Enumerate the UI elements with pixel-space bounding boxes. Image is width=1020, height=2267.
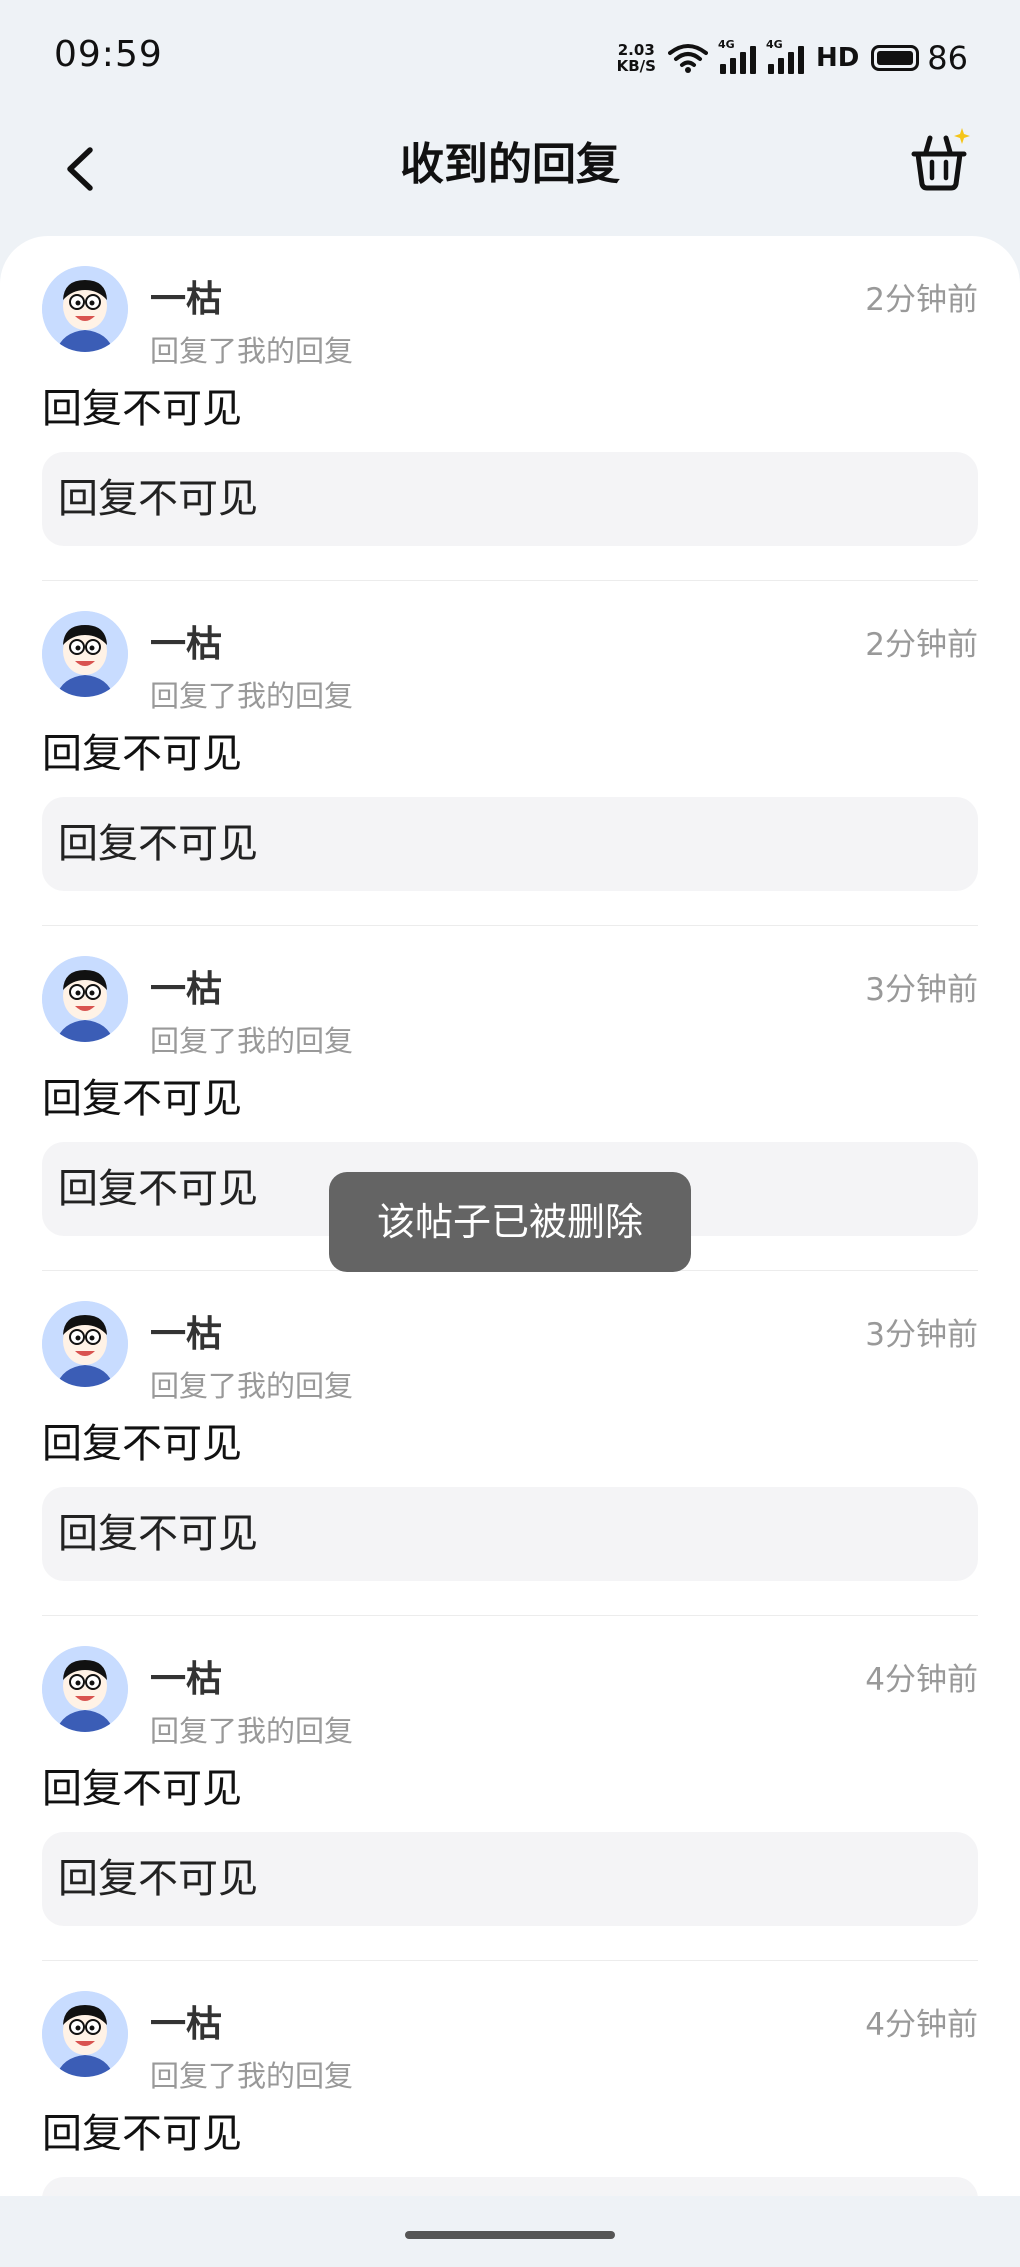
signal-icon: 4G <box>766 38 804 74</box>
avatar-icon[interactable] <box>42 1646 128 1732</box>
battery-level: 86 <box>927 39 968 77</box>
network-speed: 2.03 KB/S <box>617 42 656 74</box>
reply-item[interactable]: 一枯 回复了我的回复 3分钟前 回复不可见 回复不可见 <box>42 1271 978 1616</box>
network-speed-value: 2.03 <box>617 41 655 59</box>
reply-content: 回复不可见 <box>42 1766 242 1812</box>
reply-action-label: 回复了我的回复 <box>150 679 354 713</box>
avatar-icon[interactable] <box>42 266 128 352</box>
reply-username[interactable]: 一枯 <box>150 270 222 322</box>
quoted-reply[interactable]: 回复不可见 <box>42 1487 978 1581</box>
status-time: 09:59 <box>54 34 163 75</box>
reply-item[interactable]: 一枯 回复了我的回复 2分钟前 回复不可见 回复不可见 <box>42 236 978 581</box>
reply-content: 回复不可见 <box>42 1076 242 1122</box>
reply-time: 3分钟前 <box>865 972 978 1008</box>
quoted-reply[interactable] <box>42 2177 978 2196</box>
avatar-icon[interactable] <box>42 956 128 1042</box>
status-bar: 09:59 2.03 KB/S 4G 4G HD 86 <box>0 0 1020 118</box>
reply-time: 2分钟前 <box>865 282 978 318</box>
reply-time: 3分钟前 <box>865 1317 978 1353</box>
avatar-icon[interactable] <box>42 1301 128 1387</box>
reply-content: 回复不可见 <box>42 1421 242 1467</box>
signal-label: 4G <box>765 38 783 51</box>
home-indicator[interactable] <box>405 2231 615 2239</box>
avatar-icon[interactable] <box>42 1991 128 2077</box>
reply-action-label: 回复了我的回复 <box>150 1369 354 1403</box>
reply-time: 2分钟前 <box>865 627 978 663</box>
reply-item[interactable]: 一枯 回复了我的回复 4分钟前 回复不可见 回复不可见 <box>42 1616 978 1961</box>
avatar-icon[interactable] <box>42 611 128 697</box>
reply-username[interactable]: 一枯 <box>150 615 222 667</box>
signal-label: 4G <box>717 38 735 51</box>
reply-item[interactable]: 一枯 回复了我的回复 2分钟前 回复不可见 回复不可见 <box>42 581 978 926</box>
reply-item[interactable]: 一枯 回复了我的回复 4分钟前 回复不可见 <box>42 1961 978 2196</box>
reply-content: 回复不可见 <box>42 731 242 777</box>
reply-action-label: 回复了我的回复 <box>150 334 354 368</box>
wifi-icon <box>667 44 708 73</box>
basket-button[interactable] <box>904 124 976 196</box>
reply-content: 回复不可见 <box>42 2111 242 2157</box>
toast-message: 该帖子已被删除 <box>329 1172 691 1272</box>
reply-username[interactable]: 一枯 <box>150 1650 222 1702</box>
reply-action-label: 回复了我的回复 <box>150 1714 354 1748</box>
battery-icon: 86 <box>871 39 968 77</box>
reply-time: 4分钟前 <box>865 1662 978 1698</box>
reply-content: 回复不可见 <box>42 386 242 432</box>
reply-username[interactable]: 一枯 <box>150 960 222 1012</box>
reply-username[interactable]: 一枯 <box>150 1305 222 1357</box>
signal-icon: 4G <box>718 38 756 74</box>
top-navigation-bar: 收到的回复 <box>0 118 1020 238</box>
basket-icon <box>911 128 970 191</box>
network-speed-unit: KB/S <box>616 57 656 75</box>
reply-action-label: 回复了我的回复 <box>150 1024 354 1058</box>
quoted-reply[interactable]: 回复不可见 <box>42 797 978 891</box>
status-icons: 2.03 KB/S 4G 4G HD 86 <box>617 38 968 78</box>
reply-action-label: 回复了我的回复 <box>150 2059 354 2093</box>
quoted-reply[interactable]: 回复不可见 <box>42 452 978 546</box>
page-title: 收到的回复 <box>400 139 620 190</box>
reply-username[interactable]: 一枯 <box>150 1995 222 2047</box>
reply-time: 4分钟前 <box>865 2007 978 2043</box>
hd-label: HD <box>815 43 860 73</box>
quoted-reply[interactable]: 回复不可见 <box>42 1832 978 1926</box>
